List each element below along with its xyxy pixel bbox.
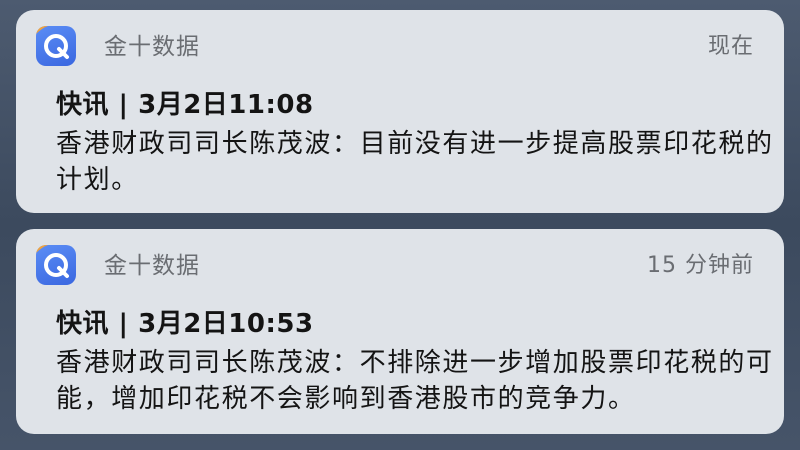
app-name: 金十数据 bbox=[104, 34, 200, 60]
notification-title: 快讯 | 3月2日11:08 bbox=[56, 90, 314, 120]
jin10-app-icon bbox=[36, 26, 76, 66]
notification-body: 香港财政司司长陈茂波：不排除进一步增加股票印花税的可能，增加印花税不会影响到香港… bbox=[56, 348, 774, 414]
app-name: 金十数据 bbox=[104, 253, 200, 279]
notification-card[interactable]: 金十数据 现在 快讯 | 3月2日11:08 香港财政司司长陈茂波：目前没有进一… bbox=[16, 10, 784, 213]
notification-time: 现在 bbox=[707, 34, 754, 59]
notification-time: 15 分钟前 bbox=[647, 253, 754, 278]
notification-title: 快讯 | 3月2日10:53 bbox=[56, 309, 314, 339]
jin10-app-icon bbox=[36, 245, 76, 285]
notification-card[interactable]: 金十数据 15 分钟前 快讯 | 3月2日10:53 香港财政司司长陈茂波：不排… bbox=[16, 229, 784, 434]
notification-body: 香港财政司司长陈茂波：目前没有进一步提高股票印花税的计划。 bbox=[56, 129, 774, 195]
